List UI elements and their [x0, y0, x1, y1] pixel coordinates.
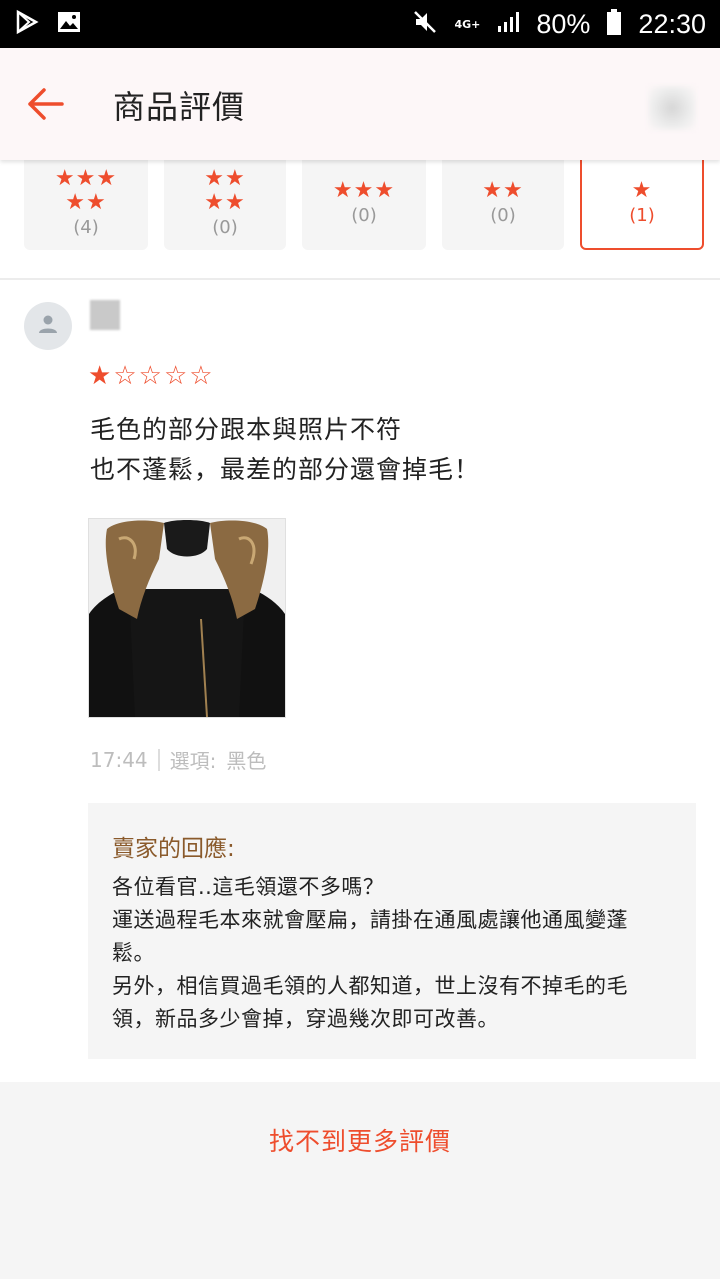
chip-stars-bottom: ★★ — [65, 189, 107, 215]
filter-chip-3-star[interactable]: ★★★ (0) — [302, 154, 426, 250]
chip-stars-bottom: ★★ — [204, 189, 246, 215]
chip-stars-top: ★★★ — [54, 165, 118, 191]
blurred-shop-avatar[interactable] — [648, 86, 696, 130]
seller-reply-line: 運送過程毛本來就會壓扁，請掛在通風處讓他通風變蓬 — [112, 908, 628, 932]
status-bar-left — [14, 9, 82, 39]
star-icon-empty: ☆ — [138, 361, 162, 391]
chip-count: (1) — [629, 204, 655, 226]
review-time: 17:44 — [90, 747, 148, 772]
star-icon-empty: ☆ — [163, 361, 188, 391]
review-rating: ★ ☆ ☆ ☆ ☆ — [88, 362, 213, 390]
image-icon — [56, 10, 82, 38]
user-avatar-icon — [36, 312, 60, 340]
status-bar: 4G+ 80% 22:30 — [0, 0, 720, 48]
seller-reply-title: 賣家的回應: — [112, 836, 235, 862]
chip-stars-top: ★★★ — [332, 177, 396, 203]
status-bar-right: 4G+ 80% 22:30 — [412, 8, 706, 40]
review-meta: 17:44 選項: 黑色 — [90, 745, 266, 774]
rating-filter-bar: ★★★ ★★ (4) ★★ ★★ (0) ★★★ (0) ★★ (0) ★ (1… — [0, 154, 720, 280]
battery-icon — [606, 8, 622, 40]
network-indicator: 4G+ — [454, 17, 481, 31]
star-icon-filled: ★ — [88, 361, 112, 391]
page-title: 商品評價 — [113, 88, 246, 126]
review-text: 毛色的部分跟本與照片不符 也不蓬鬆，最差的部分還會掉毛！ — [90, 410, 480, 490]
battery-percent: 80% — [536, 8, 591, 39]
chip-count: (0) — [212, 216, 238, 238]
option-label: 選項: — [169, 749, 217, 773]
back-arrow-icon — [22, 88, 70, 132]
clock: 22:30 — [638, 8, 706, 39]
seller-reply: 賣家的回應: 各位看官..這毛領還不多嗎？ 運送過程毛本來就會壓扁，請掛在通風處… — [88, 803, 696, 1059]
chip-count: (4) — [73, 216, 99, 238]
seller-reply-line: 各位看官..這毛領還不多嗎？ — [112, 875, 385, 899]
review-photo[interactable] — [88, 518, 286, 718]
reviewer-avatar — [24, 302, 72, 350]
star-icon-empty: ☆ — [113, 361, 137, 391]
review-text-line: 毛色的部分跟本與照片不符 — [90, 415, 403, 444]
option-value: 黑色 — [226, 749, 267, 773]
meta-divider — [157, 748, 160, 771]
chip-stars-top: ★★ — [204, 165, 246, 191]
filter-chip-1-star[interactable]: ★ (1) — [580, 154, 704, 250]
chip-count: (0) — [490, 204, 516, 226]
no-more-reviews-link[interactable]: 找不到更多評價 — [0, 1122, 720, 1158]
mute-icon — [412, 9, 438, 39]
chip-count: (0) — [351, 204, 377, 226]
seller-reply-line: 領，新品多少會掉，穿過幾次即可改善。 — [112, 1007, 499, 1031]
review-text-line: 也不蓬鬆，最差的部分還會掉毛！ — [90, 455, 481, 484]
filter-chip-5-star[interactable]: ★★★ ★★ (4) — [24, 154, 148, 250]
filter-chip-2-star[interactable]: ★★ (0) — [442, 154, 564, 250]
signal-icon — [496, 10, 520, 38]
chip-stars-top: ★★ — [482, 177, 524, 203]
filter-chip-4-star[interactable]: ★★ ★★ (0) — [164, 154, 286, 250]
star-icon-empty: ☆ — [189, 361, 213, 391]
seller-reply-line: 另外，相信買過毛領的人都知道，世上沒有不掉毛的毛 — [112, 974, 628, 998]
footer: 找不到更多評價 — [0, 1082, 720, 1279]
blurred-username — [90, 300, 120, 330]
play-store-icon — [14, 9, 40, 39]
app-bar: 商品評價 — [0, 48, 720, 160]
chip-stars-top: ★ — [631, 177, 653, 203]
back-button[interactable] — [22, 80, 70, 128]
seller-reply-line: 鬆。 — [112, 941, 155, 965]
